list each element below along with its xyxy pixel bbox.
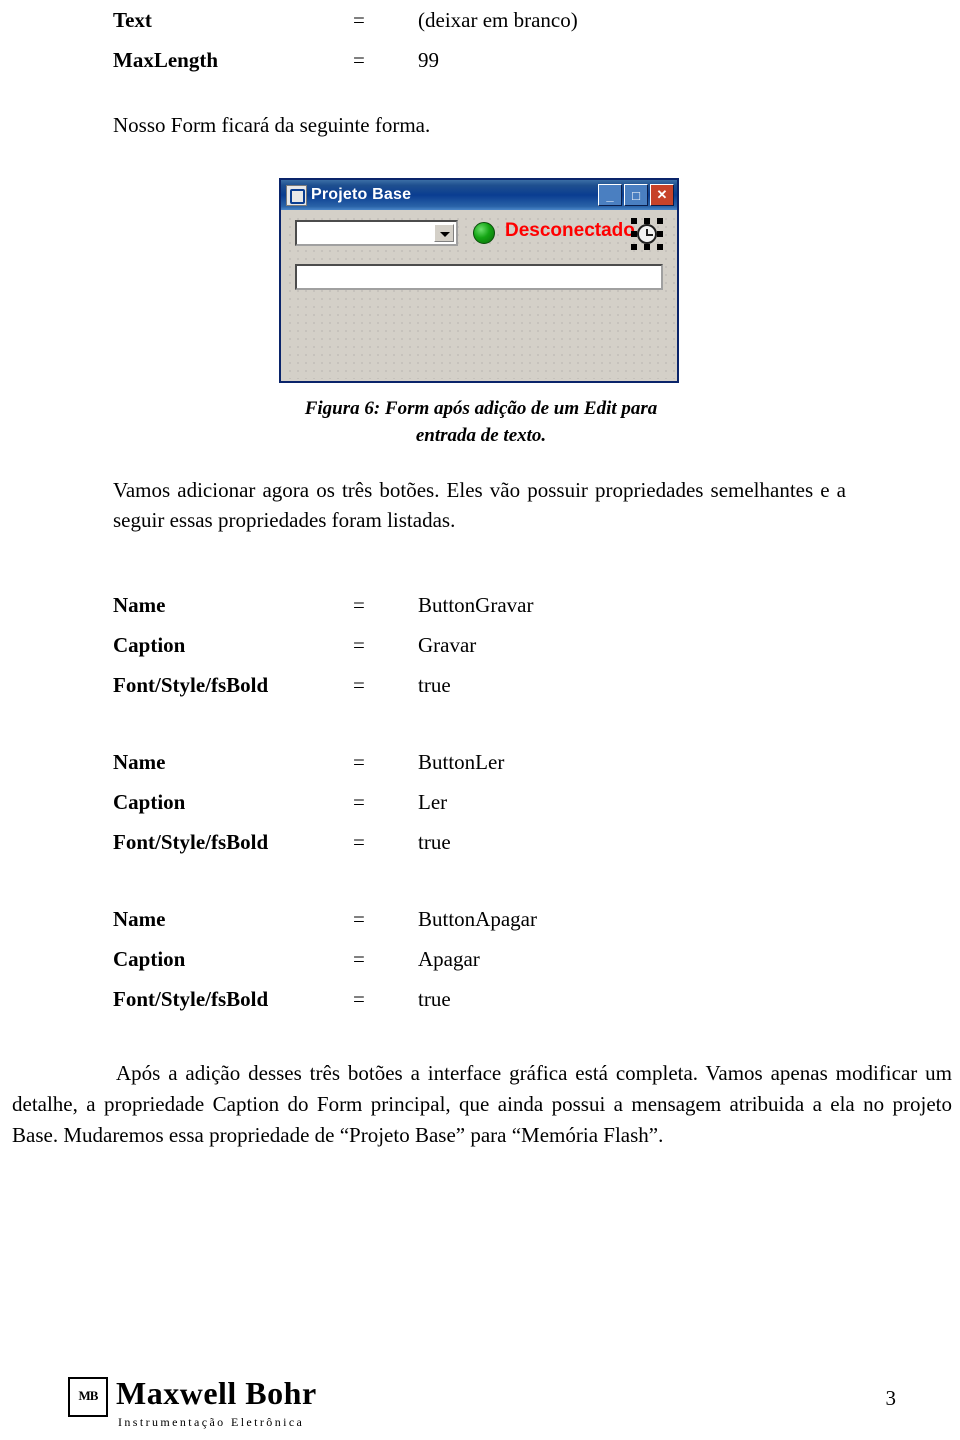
property-equals: = [353,830,365,854]
selection-handle[interactable] [657,244,663,250]
mock-window: Projeto Base _ □ ✕ Desconectado [279,178,679,383]
selection-handle[interactable] [644,218,650,224]
top-property-list: Text = (deixar em branco) MaxLength = 99 [113,0,578,80]
property-equals: = [353,907,365,931]
close-button[interactable]: ✕ [650,184,674,206]
logo-mark-text: MB [78,1388,99,1403]
property-value: ButtonLer [418,750,505,774]
minimize-button[interactable]: _ [598,184,622,206]
property-row: Name = ButtonLer [113,742,504,782]
property-row: Text = (deixar em branco) [113,0,578,40]
property-equals: = [353,790,365,814]
property-label: Caption [113,790,186,814]
property-row: MaxLength = 99 [113,40,578,80]
property-label: Caption [113,947,186,971]
property-value: true [418,673,451,697]
clock-glyph [637,224,657,244]
chevron-down-icon[interactable] [434,224,454,242]
button-property-group-ler: Name = ButtonLer Caption = Ler Font/Styl… [113,742,504,862]
timer-component-icon[interactable] [631,218,663,250]
property-label: Name [113,750,166,774]
button-property-group-apagar: Name = ButtonApagar Caption = Apagar Fon… [113,899,537,1019]
property-row: Font/Style/fsBold = true [113,979,537,1019]
property-label: Text [113,8,152,32]
property-equals: = [353,633,365,657]
property-equals: = [353,593,365,617]
property-row: Caption = Gravar [113,625,533,665]
selection-handle[interactable] [644,244,650,250]
property-value: Ler [418,790,448,814]
maxwell-bohr-mark-icon: MB [68,1377,108,1417]
selection-handle[interactable] [631,231,637,237]
property-equals: = [353,750,365,774]
property-label: MaxLength [113,48,218,72]
mock-window-client-area: Desconectado [283,212,675,379]
button-property-group-gravar: Name = ButtonGravar Caption = Gravar Fon… [113,585,533,705]
status-led-icon [473,222,495,244]
property-row: Caption = Apagar [113,939,537,979]
logo-company-tagline: Instrumentação Eletrônica [118,1415,305,1429]
property-row: Name = ButtonGravar [113,585,533,625]
property-value: Gravar [418,633,477,657]
property-row: Name = ButtonApagar [113,899,537,939]
selection-handle[interactable] [631,218,637,224]
property-equals: = [353,947,365,971]
property-equals: = [353,8,365,32]
selection-handle[interactable] [657,218,663,224]
property-row: Font/Style/fsBold = true [113,665,533,705]
port-combobox[interactable] [295,220,458,246]
property-label: Name [113,907,166,931]
property-equals: = [353,673,365,697]
logo-company-name: Maxwell Bohr [116,1375,317,1411]
property-value: ButtonApagar [418,907,537,931]
figure-caption: Figura 6: Form após adição de um Edit pa… [279,395,683,449]
property-value: true [418,987,451,1011]
property-label: Font/Style/fsBold [113,673,269,697]
property-value: 99 [418,48,439,72]
figure-caption-line1: Figura 6: Form após adição de um Edit pa… [304,398,658,419]
property-value: Apagar [418,947,480,971]
selection-handle[interactable] [631,244,637,250]
maximize-button[interactable]: □ [624,184,648,206]
selection-handle[interactable] [657,231,663,237]
property-label: Name [113,593,166,617]
intro-paragraph: Nosso Form ficará da seguinte forma. [113,113,431,137]
property-equals: = [353,987,365,1011]
closing-paragraph: Após a adição desses três botões a inter… [12,1061,952,1147]
property-value: (deixar em branco) [418,8,578,32]
property-label: Caption [113,633,186,657]
text-edit-field[interactable] [295,264,663,290]
page-number: 3 [885,1386,897,1410]
property-label: Font/Style/fsBold [113,830,269,854]
property-row: Font/Style/fsBold = true [113,822,504,862]
mock-window-title: Projeto Base [311,186,412,203]
figure-form-screenshot: Projeto Base _ □ ✕ Desconectado [279,178,683,387]
window-controls: _ □ ✕ [598,184,674,206]
property-row: Caption = Ler [113,782,504,822]
figure-caption-line2: entrada de texto. [415,425,547,446]
footer-logo: MB Maxwell Bohr Instrumentação Eletrônic… [68,1375,328,1431]
application-icon [286,184,307,206]
property-value: true [418,830,451,854]
mock-window-titlebar: Projeto Base _ □ ✕ [281,180,677,210]
after-figure-paragraph: Vamos adicionar agora os três botões. El… [113,478,846,532]
status-label: Desconectado [505,220,635,241]
property-label: Font/Style/fsBold [113,987,269,1011]
property-value: ButtonGravar [418,593,534,617]
property-equals: = [353,48,365,72]
document-page: Text = (deixar em branco) MaxLength = 99… [0,0,960,1440]
